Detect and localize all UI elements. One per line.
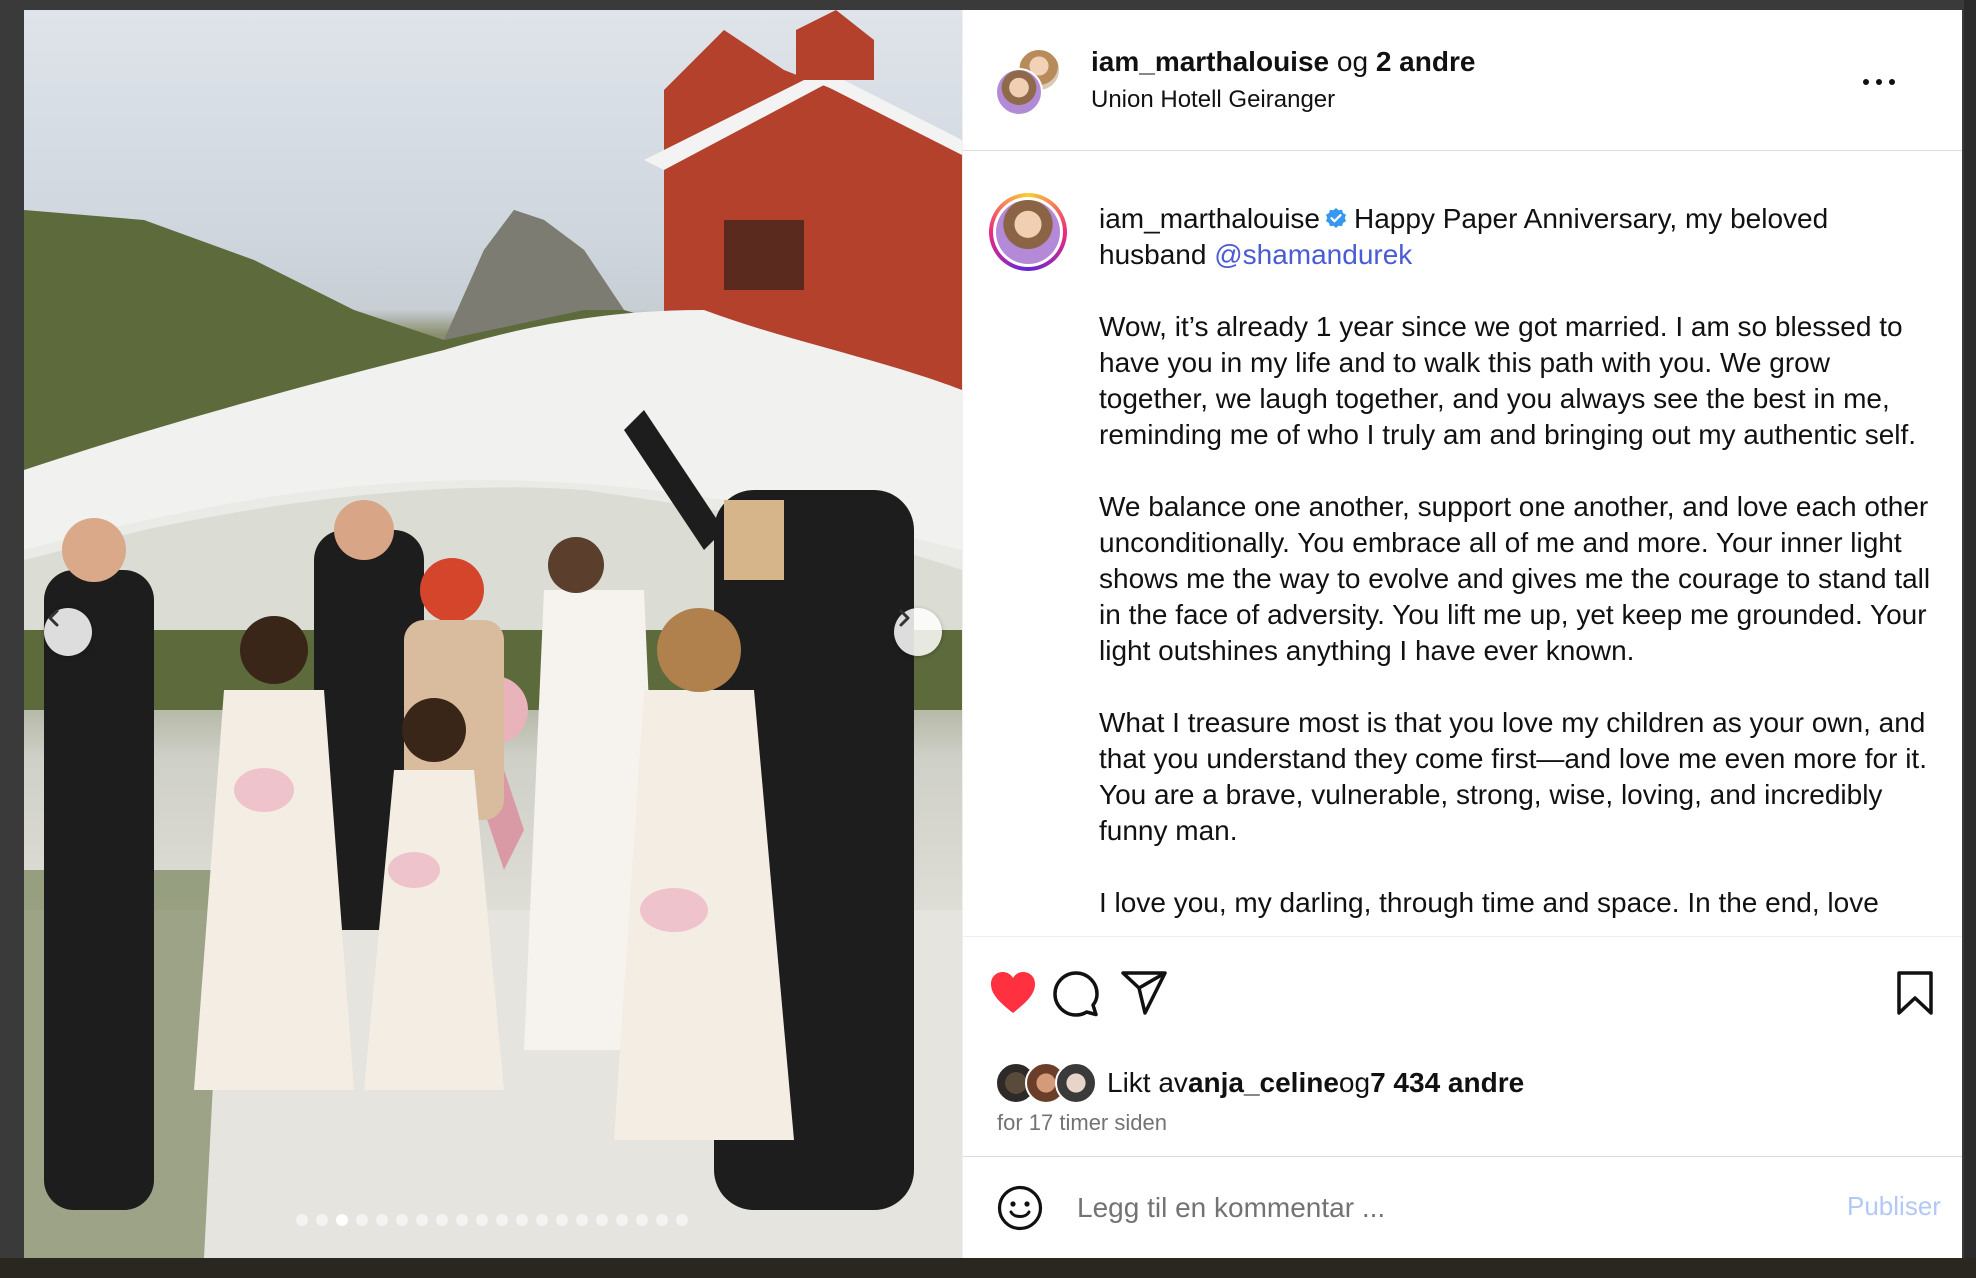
like-button[interactable] [989, 971, 1037, 1020]
more-icon-dot [1889, 79, 1895, 85]
authors-connector: og [1329, 46, 1376, 77]
carousel-dot [556, 1214, 568, 1226]
carousel-dot [636, 1214, 648, 1226]
post-header: iam_marthalouise og 2 andre Union Hotell… [963, 10, 1962, 151]
collab-avatars[interactable] [995, 48, 1061, 116]
share-button[interactable] [1121, 971, 1167, 1020]
liker-avatars [995, 1062, 1097, 1104]
carousel-dot [436, 1214, 448, 1226]
verified-icon [1326, 208, 1346, 228]
publish-button[interactable]: Publiser [1847, 1191, 1941, 1222]
avatar [996, 200, 1060, 264]
more-icon [1863, 79, 1869, 85]
caption-paragraph: Wow, it’s already 1 year since we got ma… [1099, 311, 1917, 450]
other-authors-link[interactable]: 2 andre [1376, 46, 1476, 77]
comment-icon [1053, 971, 1099, 1017]
caption-paragraph: We balance one another, support one anot… [1099, 491, 1931, 666]
carousel-dot [396, 1214, 408, 1226]
carousel-dot [496, 1214, 508, 1226]
carousel-dot [596, 1214, 608, 1226]
carousel-dot [356, 1214, 368, 1226]
post-photo [24, 10, 962, 1258]
caption-username-link[interactable]: iam_marthalouise [1099, 203, 1320, 234]
more-icon-dot [1876, 79, 1882, 85]
chevron-right-icon [899, 609, 910, 627]
likes-summary[interactable]: Likt av anja_celine og 7 434 andre [995, 1062, 1524, 1104]
carousel-dot [416, 1214, 428, 1226]
chevron-left-icon [48, 609, 59, 627]
location-link[interactable]: Union Hotell Geiranger [1091, 86, 1335, 114]
carousel-dot [656, 1214, 668, 1226]
previous-photo-button[interactable] [44, 608, 92, 656]
next-photo-button[interactable] [894, 608, 942, 656]
comment-composer: Publiser [963, 1156, 1962, 1258]
caption-scroll-area[interactable]: iam_marthalouise Happy Paper Anniversary,… [963, 151, 1962, 936]
emoji-button[interactable] [997, 1185, 1043, 1236]
caption-paragraph: What I treasure most is that you love my… [1099, 707, 1927, 846]
emoji-icon [997, 1185, 1043, 1231]
liker-username-link[interactable]: anja_celine [1188, 1067, 1339, 1099]
action-bar [963, 936, 1962, 1027]
bookmark-icon [1897, 971, 1933, 1015]
backdrop-bottom [0, 1258, 1976, 1278]
share-icon [1121, 971, 1167, 1015]
likes-count-link[interactable]: 7 434 andre [1370, 1067, 1524, 1099]
carousel-dot [516, 1214, 528, 1226]
carousel-dot [476, 1214, 488, 1226]
backdrop-right [1964, 0, 1976, 1278]
carousel-dot [616, 1214, 628, 1226]
carousel-dot [676, 1214, 688, 1226]
post-caption: iam_marthalouise Happy Paper Anniversary,… [1099, 201, 1939, 936]
post-modal: iam_marthalouise og 2 andre Union Hotell… [24, 10, 1962, 1258]
avatar [1055, 1062, 1097, 1104]
caption-paragraph: I love you, my darling, through time and… [1099, 887, 1879, 918]
likes-prefix: Likt av [1107, 1067, 1188, 1098]
more-options-button[interactable] [1863, 70, 1911, 94]
save-button[interactable] [1895, 971, 1935, 1020]
likes-connector: og [1338, 1067, 1371, 1098]
carousel-dot [576, 1214, 588, 1226]
post-timestamp[interactable]: for 17 timer siden [997, 1110, 1167, 1136]
carousel-dot [296, 1214, 308, 1226]
heart-icon [991, 972, 1035, 1013]
wedding-photo-illustration [24, 10, 962, 1258]
comment-input[interactable] [1075, 1187, 1779, 1229]
carousel-indicator [296, 1214, 688, 1226]
comment-button[interactable] [1053, 971, 1099, 1022]
avatar [995, 68, 1043, 116]
mention-link[interactable]: @shamandurek [1214, 239, 1412, 270]
carousel-dot [536, 1214, 548, 1226]
carousel-dot [336, 1214, 348, 1226]
carousel-dot [316, 1214, 328, 1226]
carousel-dot [456, 1214, 468, 1226]
post-authors: iam_marthalouise og 2 andre [1091, 46, 1475, 78]
carousel-dot [376, 1214, 388, 1226]
author-username-link[interactable]: iam_marthalouise [1091, 46, 1329, 77]
post-details-panel: iam_marthalouise og 2 andre Union Hotell… [962, 10, 1962, 1258]
caption-author-avatar[interactable] [989, 193, 1067, 271]
